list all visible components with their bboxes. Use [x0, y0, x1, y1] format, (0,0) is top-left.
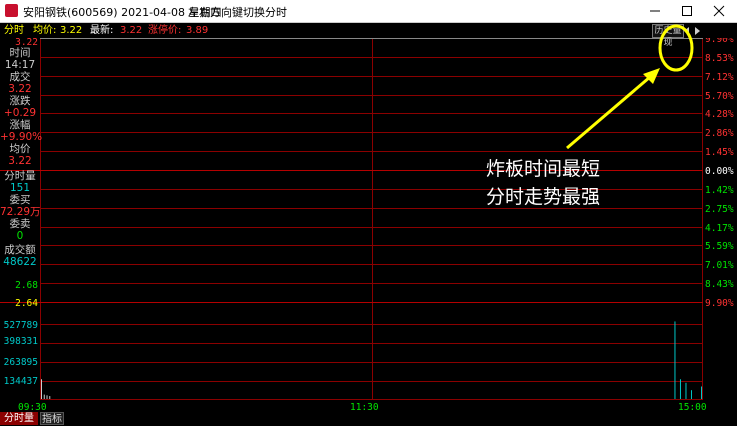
annotation-line-2: 分时走势最强 [486, 186, 601, 208]
annotation-overlay [566, 24, 694, 150]
highlight-circle [658, 24, 694, 72]
annotation-arrow-line [566, 75, 651, 150]
annotation-line-1: 炸板时间最短 [486, 158, 601, 180]
bottom-tab-bar: 分时量 指标 [0, 412, 737, 425]
tab-indicator[interactable]: 指标 [40, 412, 64, 425]
tab-volume[interactable]: 分时量 [0, 412, 38, 425]
annotation-text: 炸板时间最短 分时走势最强 [486, 155, 600, 211]
